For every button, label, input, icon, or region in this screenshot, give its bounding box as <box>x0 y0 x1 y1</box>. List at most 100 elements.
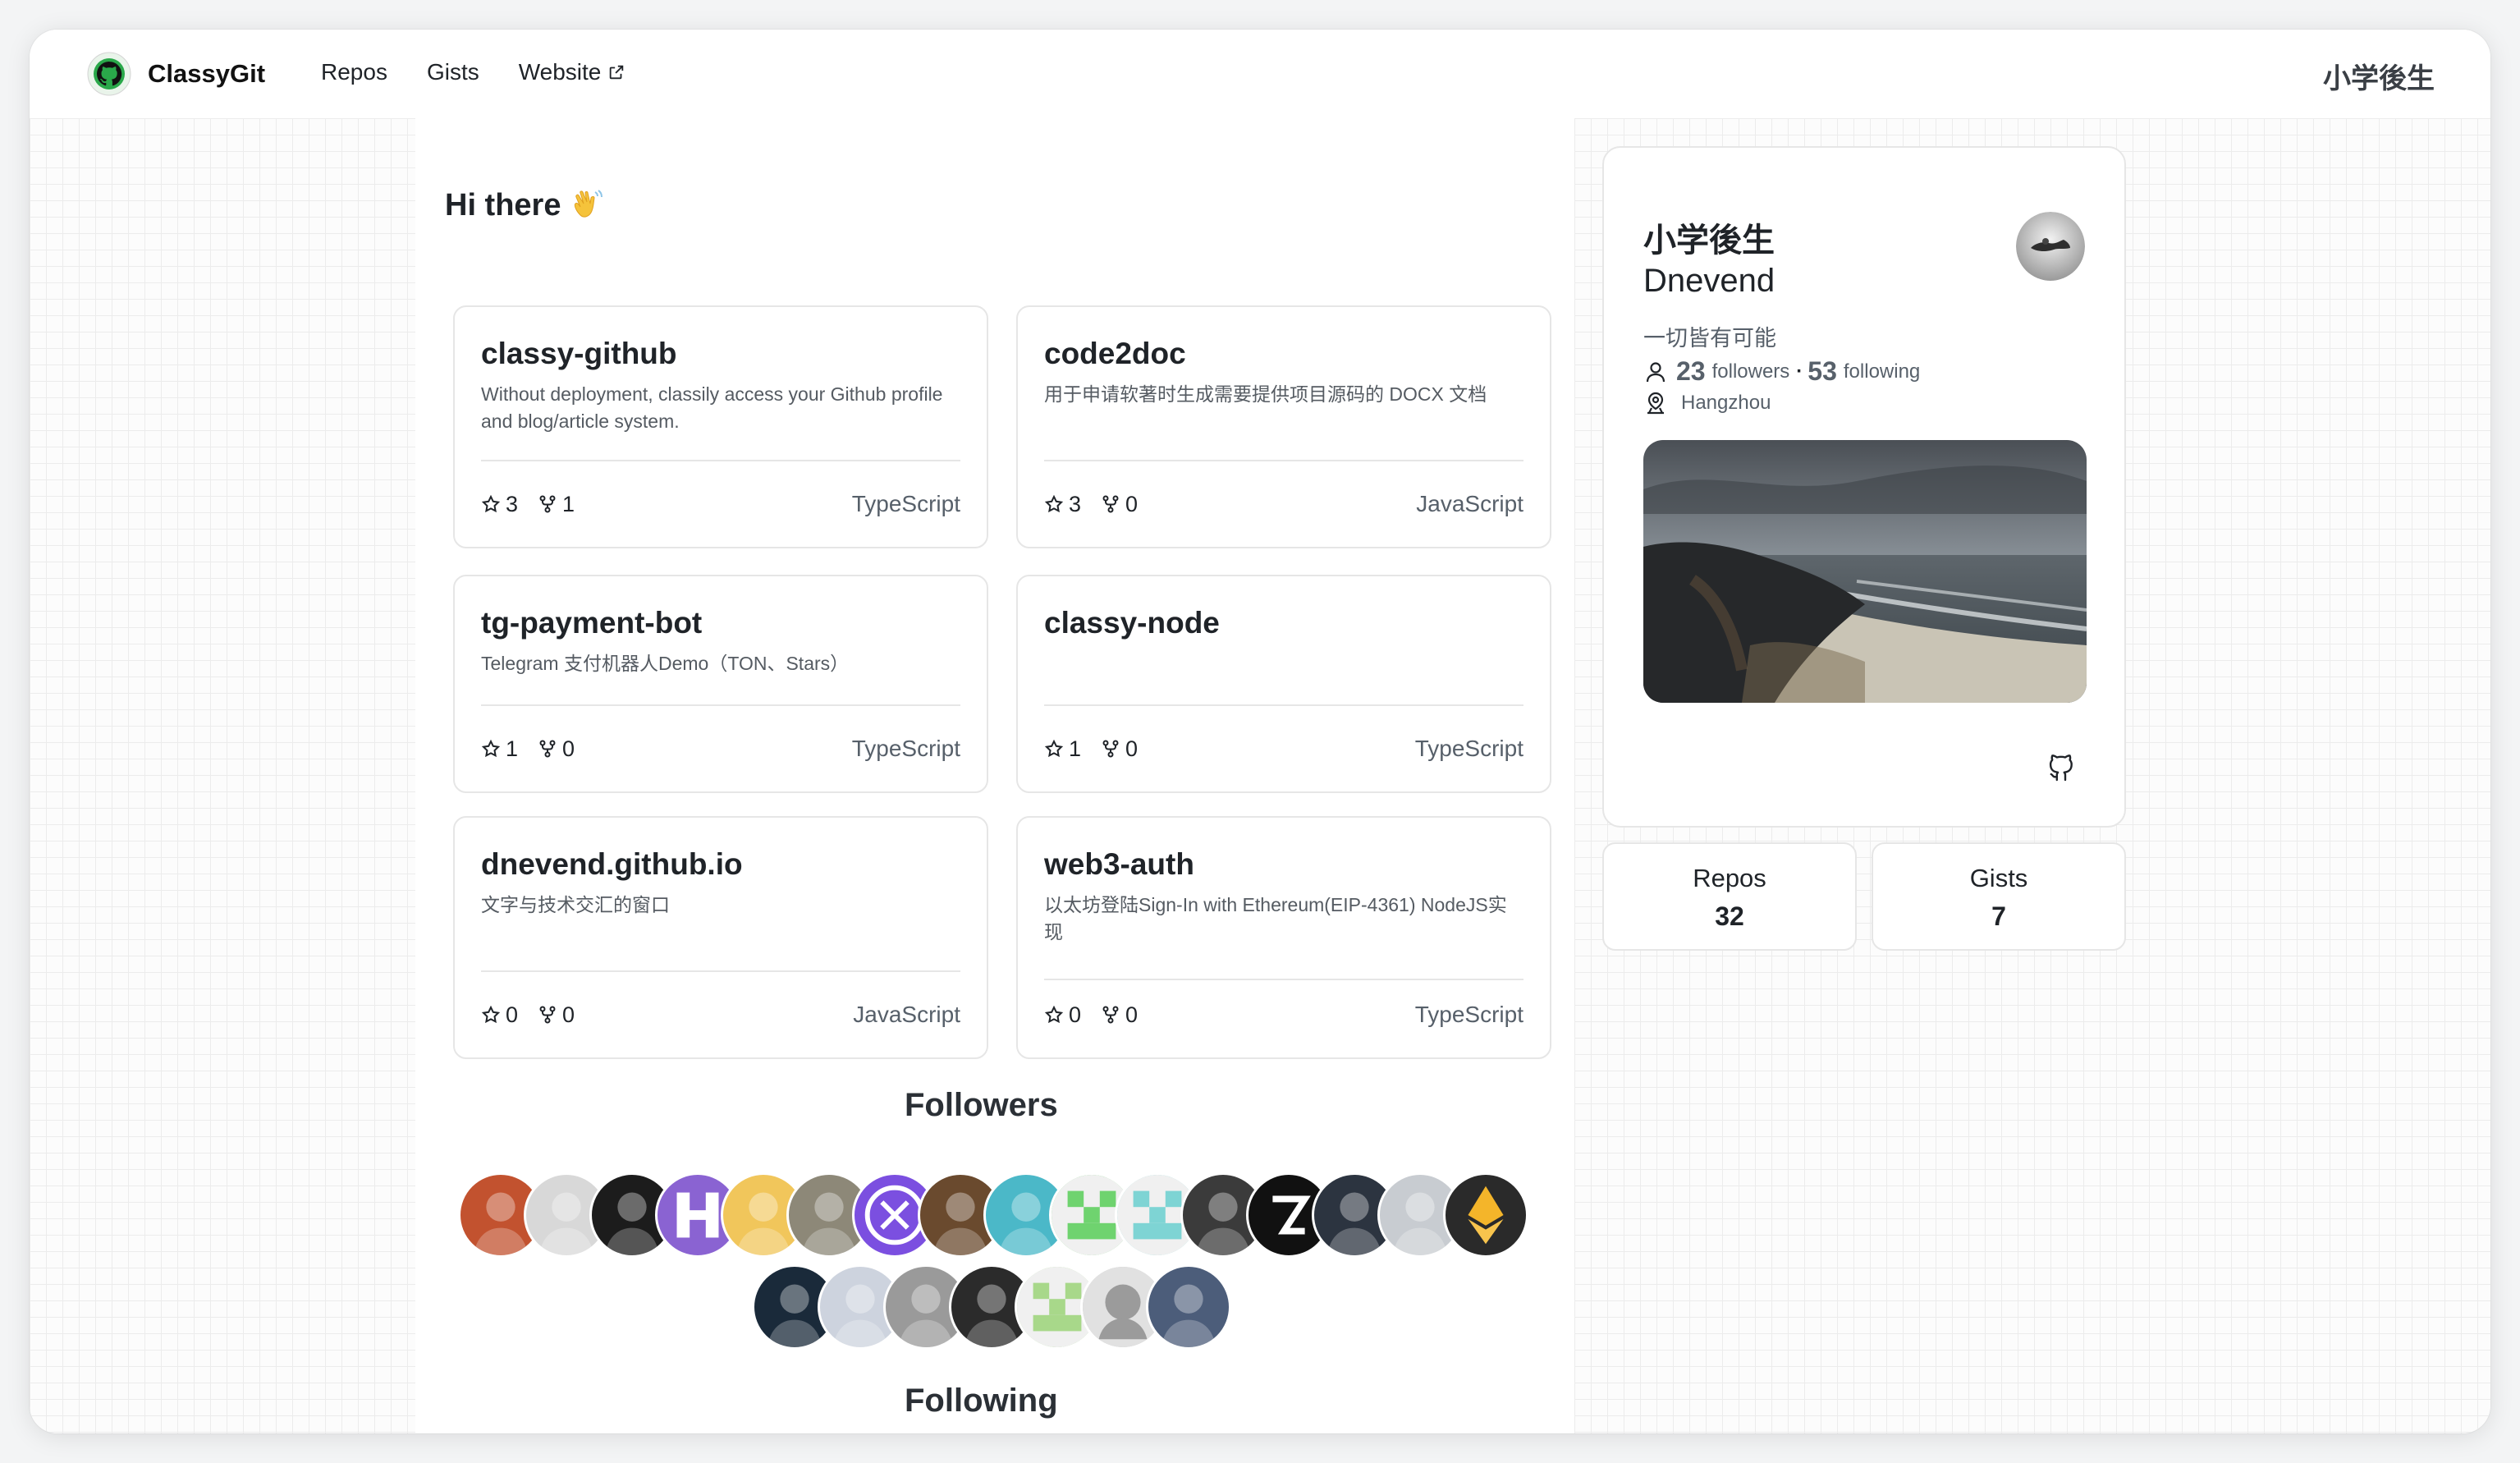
main-nav: Repos Gists Website <box>321 59 625 85</box>
repo-language: TypeScript <box>1414 736 1523 761</box>
repo-title[interactable]: tg-payment-bot <box>481 606 702 640</box>
repo-meta: 3 1 TypeScript <box>481 488 960 521</box>
repo-meta: 1 0 TypeScript <box>1044 732 1523 765</box>
following-count[interactable]: 53 <box>1808 356 1837 387</box>
repo-card-classy-node[interactable]: classy-node 1 0 TypeScript <box>1016 575 1551 793</box>
avatar-photo-icon <box>1148 1267 1229 1347</box>
repo-language: JavaScript <box>853 1002 960 1027</box>
star-icon <box>1044 739 1064 758</box>
profile-login: Dnevend <box>1643 263 1775 299</box>
repo-forks: 0 <box>1101 736 1138 762</box>
profile-follow-stats: 23 followers · 53 following <box>1643 356 1920 387</box>
fork-icon <box>539 1006 556 1024</box>
repo-language: TypeScript <box>851 491 960 516</box>
repo-stars: 0 <box>1044 1002 1081 1028</box>
repo-description: 文字与技术交汇的窗口 <box>481 894 670 915</box>
repo-forks: 0 <box>1101 1002 1138 1028</box>
repo-description: Without deployment, classily access your… <box>481 383 943 432</box>
external-link-icon <box>610 65 624 80</box>
follow-separator: · <box>1796 360 1803 383</box>
location-icon <box>1647 392 1664 415</box>
followers-label[interactable]: followers <box>1712 360 1790 383</box>
star-icon <box>481 494 501 513</box>
github-logo-icon <box>87 52 131 96</box>
card-divider <box>481 970 960 972</box>
card-divider <box>1044 460 1523 461</box>
profile-location: Hangzhou <box>1643 391 1771 415</box>
repo-title[interactable]: dnevend.github.io <box>481 847 743 882</box>
repo-description: 用于申请软著时生成需要提供项目源码的 DOCX 文档 <box>1044 383 1487 405</box>
fork-icon <box>539 495 556 513</box>
repo-title[interactable]: classy-node <box>1044 606 1220 640</box>
brand-logo[interactable]: ClassyGit <box>87 52 265 96</box>
repo-stars: 3 <box>1044 492 1081 517</box>
follower-avatar[interactable] <box>1146 1264 1231 1350</box>
repo-forks-count: 0 <box>562 736 575 761</box>
repo-forks-count: 1 <box>562 491 575 516</box>
fork-icon <box>1102 740 1119 758</box>
star-icon <box>1044 1005 1064 1024</box>
repo-language: JavaScript <box>1416 491 1523 516</box>
card-divider <box>481 460 960 461</box>
star-icon <box>1044 494 1064 513</box>
repo-card-code2doc[interactable]: code2doc 用于申请软著时生成需要提供项目源码的 DOCX 文档 3 0 … <box>1016 305 1551 548</box>
repo-forks-count: 0 <box>1125 736 1139 761</box>
star-icon <box>481 1005 501 1024</box>
waving-hand-icon <box>575 190 603 218</box>
repos-stat-label: Repos <box>1693 864 1766 892</box>
repo-card-tg-payment-bot[interactable]: tg-payment-bot Telegram 支付机器人Demo（TON、St… <box>453 575 988 793</box>
card-divider <box>1044 704 1523 706</box>
repo-title[interactable]: classy-github <box>481 337 677 371</box>
followers-title: Followers <box>905 1087 1058 1123</box>
github-icon[interactable] <box>2046 750 2078 783</box>
avatar-photo-icon <box>2016 212 2085 281</box>
gists-stat-label: Gists <box>1969 864 2028 892</box>
star-icon <box>481 739 501 758</box>
repo-forks: 1 <box>538 492 575 517</box>
repo-card-classy-github[interactable]: classy-github Without deployment, classi… <box>453 305 988 548</box>
repo-card-dnevend-github-io[interactable]: dnevend.github.io 文字与技术交汇的窗口 0 0 JavaScr… <box>453 816 988 1059</box>
profile-cover-photo <box>1643 440 2087 703</box>
repo-stars-count: 3 <box>506 491 519 516</box>
nav-repos[interactable]: Repos <box>321 59 387 85</box>
left-background <box>30 118 415 1433</box>
repo-title[interactable]: web3-auth <box>1044 847 1194 882</box>
repo-language: TypeScript <box>1414 1002 1523 1027</box>
followers-count[interactable]: 23 <box>1676 356 1706 387</box>
repo-card-web3-auth[interactable]: web3-auth 以太坊登陆Sign-In with Ethereum(EIP… <box>1016 816 1551 1059</box>
profile-location-text: Hangzhou <box>1681 392 1771 414</box>
repo-forks: 0 <box>538 736 575 762</box>
nav-website[interactable]: Website <box>519 59 626 85</box>
card-divider <box>1044 979 1523 980</box>
repo-forks: 0 <box>1101 492 1138 517</box>
repo-meta: 1 0 TypeScript <box>481 732 960 765</box>
repos-stat-value: 32 <box>1715 901 1744 931</box>
repo-stars: 1 <box>481 736 518 762</box>
repo-meta: 0 0 JavaScript <box>481 998 960 1031</box>
repo-meta: 3 0 JavaScript <box>1044 488 1523 521</box>
following-title: Following <box>905 1383 1058 1419</box>
following-label[interactable]: following <box>1844 360 1920 383</box>
follower-avatar[interactable] <box>1443 1172 1528 1258</box>
header-user-name[interactable]: 小学後生 <box>2323 56 2435 96</box>
repo-forks: 0 <box>538 1002 575 1028</box>
greeting-text: Hi there <box>445 187 561 222</box>
repos-stat-card[interactable]: Repos 32 <box>1602 842 1857 951</box>
repo-description: 以太坊登陆Sign-In with Ethereum(EIP-4361) Nod… <box>1044 894 1507 942</box>
repo-stars: 1 <box>1044 736 1081 762</box>
fork-icon <box>1102 495 1119 513</box>
repo-title[interactable]: code2doc <box>1044 337 1186 371</box>
avatar-eth-icon <box>1446 1175 1526 1255</box>
seascape-image-icon <box>1643 440 2087 703</box>
nav-gists[interactable]: Gists <box>427 59 479 85</box>
person-icon <box>1646 361 1665 382</box>
repo-stars: 3 <box>481 492 518 517</box>
card-divider <box>481 704 960 706</box>
profile-avatar[interactable] <box>2016 212 2085 281</box>
gists-stat-card[interactable]: Gists 7 <box>1872 842 2126 951</box>
repo-forks-count: 0 <box>1125 491 1139 516</box>
repo-stars-count: 0 <box>506 1002 519 1027</box>
profile-bio: 一切皆有可能 <box>1643 326 1776 351</box>
fork-icon <box>539 740 556 758</box>
repo-forks-count: 0 <box>562 1002 575 1027</box>
